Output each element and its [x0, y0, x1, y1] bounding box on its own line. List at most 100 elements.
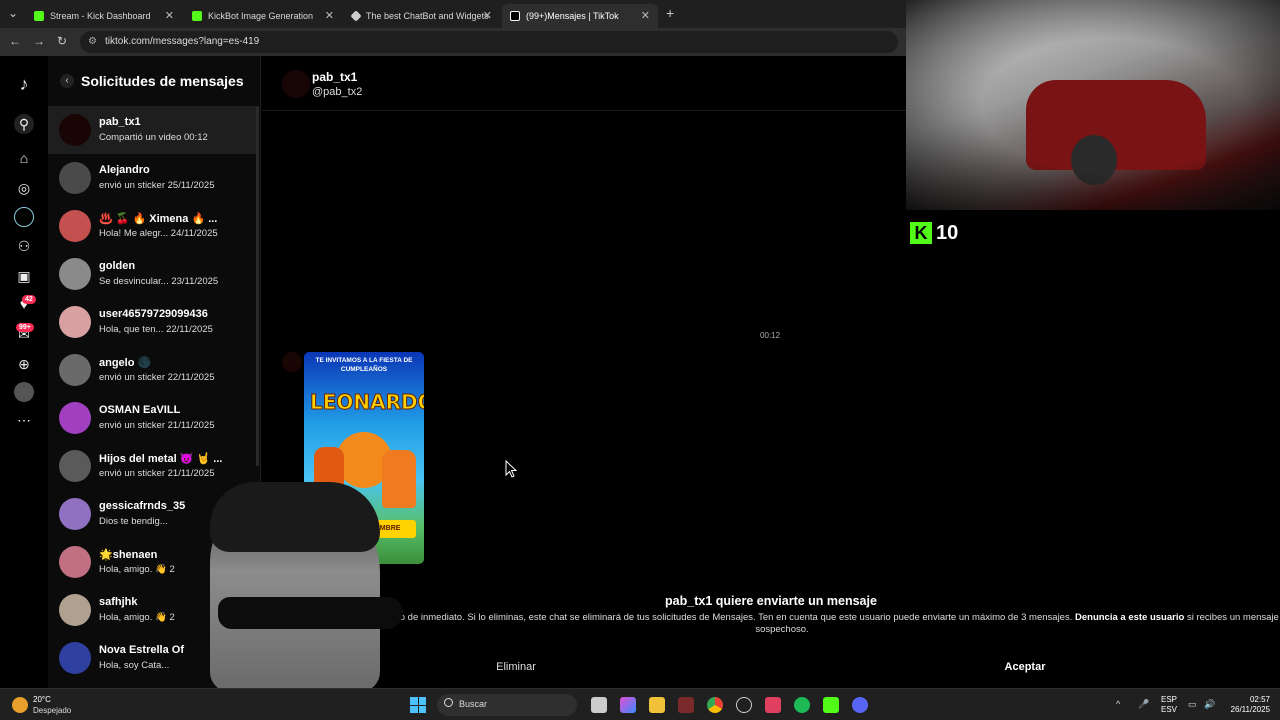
new-tab-button[interactable]: + — [666, 5, 674, 21]
sidebar-title: Solicitudes de mensajes — [81, 73, 244, 89]
request-preview: Hola, soy Cata... — [99, 660, 170, 671]
file-explorer-icon[interactable] — [649, 697, 665, 713]
request-preview: Dios te bendig... — [99, 516, 168, 527]
request-title: pab_tx1 quiere enviarte un mensaje — [665, 594, 877, 608]
chat-header: pab_tx1 @pab_tx2 — [262, 56, 906, 111]
message-timestamp: 00:12 — [760, 331, 781, 340]
copilot-icon[interactable] — [620, 697, 636, 713]
avatar — [59, 258, 91, 290]
weather-desc[interactable]: Despejado — [33, 706, 71, 715]
activity-badge: 42 — [22, 295, 36, 304]
tab-kickbot[interactable]: KickBot Image Generation ✕ — [184, 4, 342, 28]
request-name: golden — [99, 260, 136, 272]
clock-time: 02:57 — [1249, 695, 1270, 704]
language-indicator[interactable]: ESP ESV — [1161, 695, 1177, 715]
request-preview: Hola, amigo. 👋 2 — [99, 612, 175, 623]
streamer-hair — [210, 482, 380, 552]
discord-icon[interactable] — [852, 697, 868, 713]
tab-search-icon[interactable]: ⌄ — [8, 6, 18, 20]
site-info-icon[interactable]: ⚙ — [88, 36, 97, 47]
url-text: tiktok.com/messages?lang=es-419 — [105, 36, 260, 47]
clock-date: 26/11/2025 — [1230, 705, 1270, 714]
address-bar[interactable]: ⚙ tiktok.com/messages?lang=es-419 — [80, 31, 898, 53]
chat-username[interactable]: pab_tx1 — [312, 70, 357, 84]
close-icon[interactable]: ✕ — [165, 9, 174, 22]
forward-arrow-icon[interactable]: → — [33, 34, 45, 48]
report-user-link[interactable]: Denuncia a este usuario — [1075, 612, 1184, 623]
request-description: ...a chatear con este usuario de inmedia… — [282, 612, 1280, 636]
following-avatar-icon[interactable] — [14, 207, 34, 227]
microphone-icon[interactable]: 🎤 — [1138, 699, 1149, 710]
close-icon[interactable]: ✕ — [325, 9, 334, 22]
back-chevron-icon[interactable]: ‹ — [60, 74, 74, 88]
app-icon[interactable] — [765, 697, 781, 713]
windows-taskbar: 20°C Despejado Buscar ^ 🎤 ESP ESV ▭ 🔊 02… — [0, 688, 1280, 720]
upload-icon[interactable]: ⊕ — [14, 354, 34, 374]
kick-app-icon[interactable] — [823, 697, 839, 713]
tab-chatbot-widgets[interactable]: The best ChatBot and Widgets ✕ — [344, 4, 500, 28]
tray-overflow-icon[interactable]: ^ — [1116, 699, 1120, 709]
windows-start-icon[interactable] — [410, 697, 426, 713]
weather-temp[interactable]: 20°C — [33, 695, 51, 704]
request-name: Alejandro — [99, 164, 150, 176]
search-icon[interactable]: ⚲ — [14, 114, 34, 134]
app-icon[interactable] — [678, 697, 694, 713]
more-icon[interactable]: ⋯ — [14, 410, 34, 430]
kick-icon — [34, 11, 44, 21]
home-icon[interactable]: ⌂ — [14, 148, 34, 168]
sidebar-scrollbar[interactable] — [256, 106, 259, 466]
tiktok-nav-rail: ♪ ⚲ ⌂ ◎ ⚇ ▣ ♥ 42 ✉ 99+ ⊕ ⋯ — [0, 56, 48, 688]
messages-badge: 99+ — [16, 323, 34, 332]
request-item[interactable]: angelo 🌑 envió un sticker 22/11/2025 — [48, 346, 256, 394]
tab-tiktok-messages[interactable]: (99+)Mensajes | TikTok ✕ — [502, 4, 658, 28]
request-item[interactable]: pab_tx1 Compartió un video 00:12 — [48, 106, 256, 154]
request-item[interactable]: ♨️ 🍒 🔥 Ximena 🔥 ... Hola! Me alegr... 24/… — [48, 202, 256, 250]
reload-icon[interactable]: ↻ — [57, 34, 67, 48]
request-name: OSMAN EaVILL — [99, 404, 181, 416]
chrome-icon[interactable] — [707, 697, 723, 713]
kick-counter: K 10 — [910, 220, 958, 246]
avatar — [59, 450, 91, 482]
volume-icon[interactable]: 🔊 — [1204, 699, 1215, 710]
request-item[interactable]: golden Se desvincular... 23/11/2025 — [48, 250, 256, 298]
taskbar-search[interactable]: Buscar — [437, 694, 577, 716]
back-arrow-icon[interactable]: ← — [9, 34, 21, 48]
delete-button[interactable]: Eliminar — [441, 655, 591, 679]
tiktok-icon — [510, 11, 520, 21]
profile-avatar-icon[interactable] — [14, 382, 34, 402]
explore-icon[interactable]: ◎ — [14, 178, 34, 198]
clock[interactable]: 02:57 26/11/2025 — [1226, 695, 1270, 715]
display-icon[interactable]: ▭ — [1188, 699, 1197, 710]
kick-icon — [192, 11, 202, 21]
mouse-cursor-icon — [505, 460, 517, 478]
close-icon[interactable]: ✕ — [483, 9, 492, 22]
diamond-icon — [350, 10, 362, 22]
avatar[interactable] — [282, 70, 310, 98]
sender-avatar — [282, 352, 302, 372]
request-name: ♨️ 🍒 🔥 Ximena 🔥 ... — [99, 213, 218, 225]
request-preview: Hola, que ten... 22/11/2025 — [99, 324, 213, 335]
tab-kick-dashboard[interactable]: Stream - Kick Dashboard ✕ — [26, 4, 182, 28]
request-preview: Compartió un video 00:12 — [99, 132, 208, 143]
avatar — [59, 306, 91, 338]
obs-icon[interactable] — [736, 697, 752, 713]
lang-line-2: ESV — [1161, 705, 1178, 714]
request-item[interactable]: user46579729099436 Hola, que ten... 22/11… — [48, 298, 256, 346]
task-view-icon[interactable] — [591, 697, 607, 713]
accept-button[interactable]: Aceptar — [950, 655, 1100, 679]
avatar — [59, 642, 91, 674]
friends-icon[interactable]: ⚇ — [14, 236, 34, 256]
request-item[interactable]: Alejandro envió un sticker 25/11/2025 — [48, 154, 256, 202]
spotify-icon[interactable] — [794, 697, 810, 713]
tiktok-logo-icon[interactable]: ♪ — [14, 74, 34, 94]
browser-nav-bar: ← → ↻ ⚙ tiktok.com/messages?lang=es-419 — [0, 28, 906, 56]
request-preview: envió un sticker 22/11/2025 — [99, 372, 215, 383]
request-item[interactable]: OSMAN EaVILL envió un sticker 21/11/2025 — [48, 394, 256, 442]
weather-moon-icon[interactable] — [12, 697, 28, 713]
browser-tab-bar: ⌄ Stream - Kick Dashboard ✕ KickBot Imag… — [0, 0, 906, 28]
avatar — [59, 210, 91, 242]
request-name: pab_tx1 — [99, 116, 141, 128]
live-icon[interactable]: ▣ — [14, 266, 34, 286]
tab-title: (99+)Mensajes | TikTok — [526, 11, 619, 21]
close-icon[interactable]: ✕ — [641, 9, 650, 22]
